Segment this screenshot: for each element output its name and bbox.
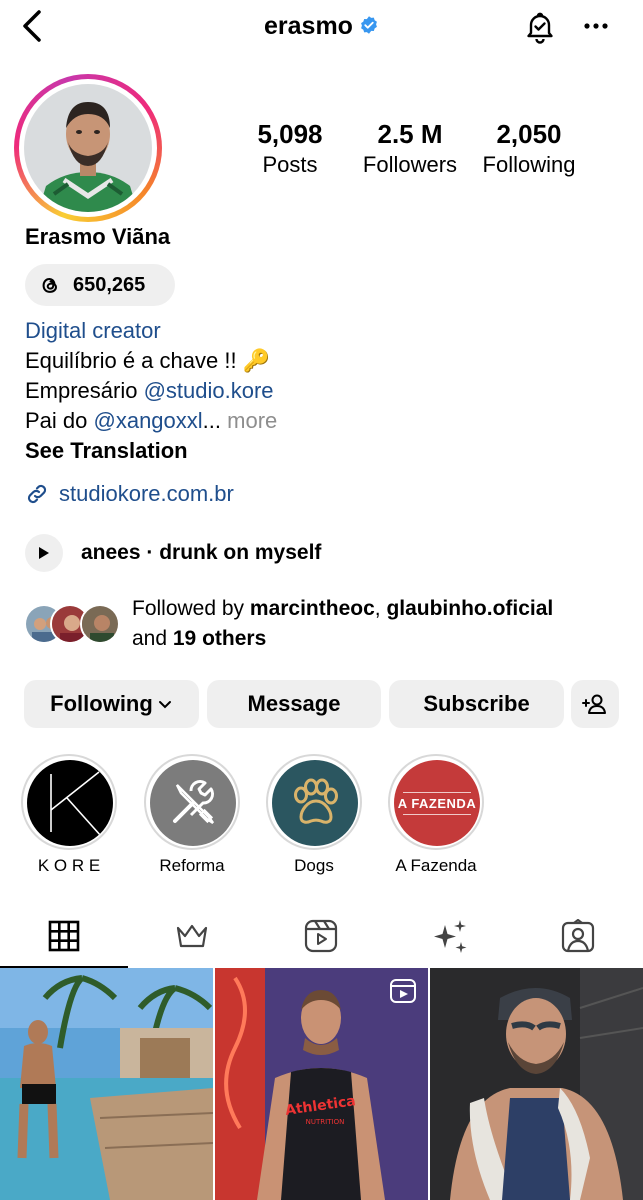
mutual-avatar [80, 604, 120, 644]
crown-icon [176, 924, 208, 948]
svg-text:NUTRITION: NUTRITION [306, 1118, 345, 1126]
bio: Digital creator Equilíbrio é a chave !! … [25, 316, 277, 436]
profile-full-name: Erasmo Viãna [25, 224, 171, 249]
highlight-cover: A FAZENDA [394, 760, 480, 846]
following-button-label: Following [50, 691, 153, 716]
profile-avatar-story-ring[interactable] [14, 74, 162, 222]
highlight-kore[interactable]: K O R E [21, 754, 117, 876]
highlight-dogs[interactable]: Dogs [266, 754, 362, 876]
bio-line-2-text: Empresário [25, 378, 144, 403]
bio-link[interactable]: studiokore.com.br [25, 481, 234, 507]
post-thumbnail[interactable]: Athletica NUTRITION [215, 968, 428, 1200]
tab-tagged[interactable] [514, 904, 642, 968]
profile-music[interactable]: anees · drunk on myself [25, 534, 321, 572]
stat-followers-label: Followers [362, 152, 458, 177]
highlight-reforma[interactable]: Reforma [144, 754, 240, 876]
more-horizontal-icon [584, 23, 608, 29]
stat-followers[interactable]: 2.5 M Followers [356, 118, 464, 180]
highlight-label: A Fazenda [395, 856, 477, 875]
bio-ellipsis: ... [202, 408, 222, 433]
paw-icon [294, 778, 338, 824]
bio-link-text: studiokore.com.br [59, 481, 234, 506]
stat-followers-value: 2.5 M [377, 119, 443, 149]
followed-by-text: Followed by marcintheoc, glaubinho.ofici… [132, 594, 632, 654]
profile-tabs [0, 904, 643, 968]
see-translation-link[interactable]: See Translation [25, 438, 188, 464]
followed-by-others[interactable]: 19 others [173, 627, 266, 650]
top-bar: erasmo [0, 0, 643, 56]
highlight-cover [27, 760, 113, 846]
verified-badge-icon [361, 16, 377, 35]
username-label: erasmo [264, 12, 353, 40]
tools-icon [173, 779, 215, 825]
highlight-cover [150, 760, 236, 846]
followed-by-and: and [132, 627, 173, 650]
play-icon [39, 547, 49, 559]
stat-posts-label: Posts [262, 152, 318, 177]
chevron-down-icon [158, 701, 171, 709]
highlight-cover-text: A FAZENDA [397, 795, 477, 811]
music-track-text: anees · drunk on myself [81, 541, 322, 564]
add-person-icon [582, 694, 606, 714]
highlight-label: K O R E [37, 856, 101, 875]
bell-check-icon [527, 12, 553, 44]
tab-subscriptions[interactable] [128, 904, 256, 968]
stat-posts[interactable]: 5,098 Posts [250, 118, 330, 180]
followed-by-prefix: Followed by [132, 597, 250, 620]
tab-reels[interactable] [257, 904, 385, 968]
post-thumbnail[interactable] [430, 968, 643, 1200]
followed-by-user-1[interactable]: marcintheoc [250, 597, 375, 620]
more-options-button[interactable] [578, 8, 614, 44]
bio-more-link[interactable]: more [221, 408, 277, 433]
followed-by-user-2[interactable]: glaubinho.oficial [386, 597, 553, 620]
mention-xangoxxl[interactable]: @xangoxxl [94, 408, 203, 433]
profile-avatar [24, 84, 152, 212]
posts-grid: Athletica NUTRITION [0, 968, 643, 1200]
post-thumbnail[interactable] [0, 968, 213, 1200]
stat-following-value: 2,050 [496, 119, 562, 149]
bio-line-3: Pai do @xangoxxl... more [25, 406, 277, 436]
highlight-cover [272, 760, 358, 846]
followed-by-separator: , [374, 597, 387, 620]
stat-posts-value: 5,098 [257, 119, 323, 149]
threads-icon [42, 277, 57, 293]
grid-icon [48, 920, 80, 952]
mention-studio-kore[interactable]: @studio.kore [144, 378, 274, 403]
link-icon [27, 484, 47, 504]
subscribe-button-label: Subscribe [423, 691, 530, 716]
stat-following[interactable]: 2,050 Following [475, 118, 583, 180]
bio-category: Digital creator [25, 318, 161, 343]
highlight-label: Dogs [294, 856, 334, 875]
message-button[interactable]: Message [207, 680, 381, 728]
notifications-button[interactable] [520, 8, 560, 46]
threads-count: 650,265 [73, 273, 146, 296]
suggested-users-button[interactable] [571, 680, 619, 728]
message-button-label: Message [247, 691, 341, 716]
subscribe-button[interactable]: Subscribe [389, 680, 564, 728]
tagged-icon [561, 919, 595, 953]
reels-icon [304, 919, 338, 953]
bio-line-2: Empresário @studio.kore [25, 376, 277, 406]
tab-posts-grid[interactable] [0, 904, 128, 968]
highlight-a-fazenda[interactable]: A FAZENDA A Fazenda [388, 754, 484, 876]
music-play-button[interactable] [25, 534, 63, 572]
bio-line-3-text: Pai do [25, 408, 94, 433]
sparkles-icon [434, 920, 467, 953]
following-button[interactable]: Following [24, 680, 199, 728]
tab-collabs[interactable] [386, 904, 514, 968]
stat-following-label: Following [482, 152, 576, 177]
highlight-label: Reforma [159, 856, 225, 875]
threads-badge[interactable]: 650,265 [25, 264, 175, 306]
bio-line-1: Equilíbrio é a chave !! 🔑 [25, 348, 271, 373]
